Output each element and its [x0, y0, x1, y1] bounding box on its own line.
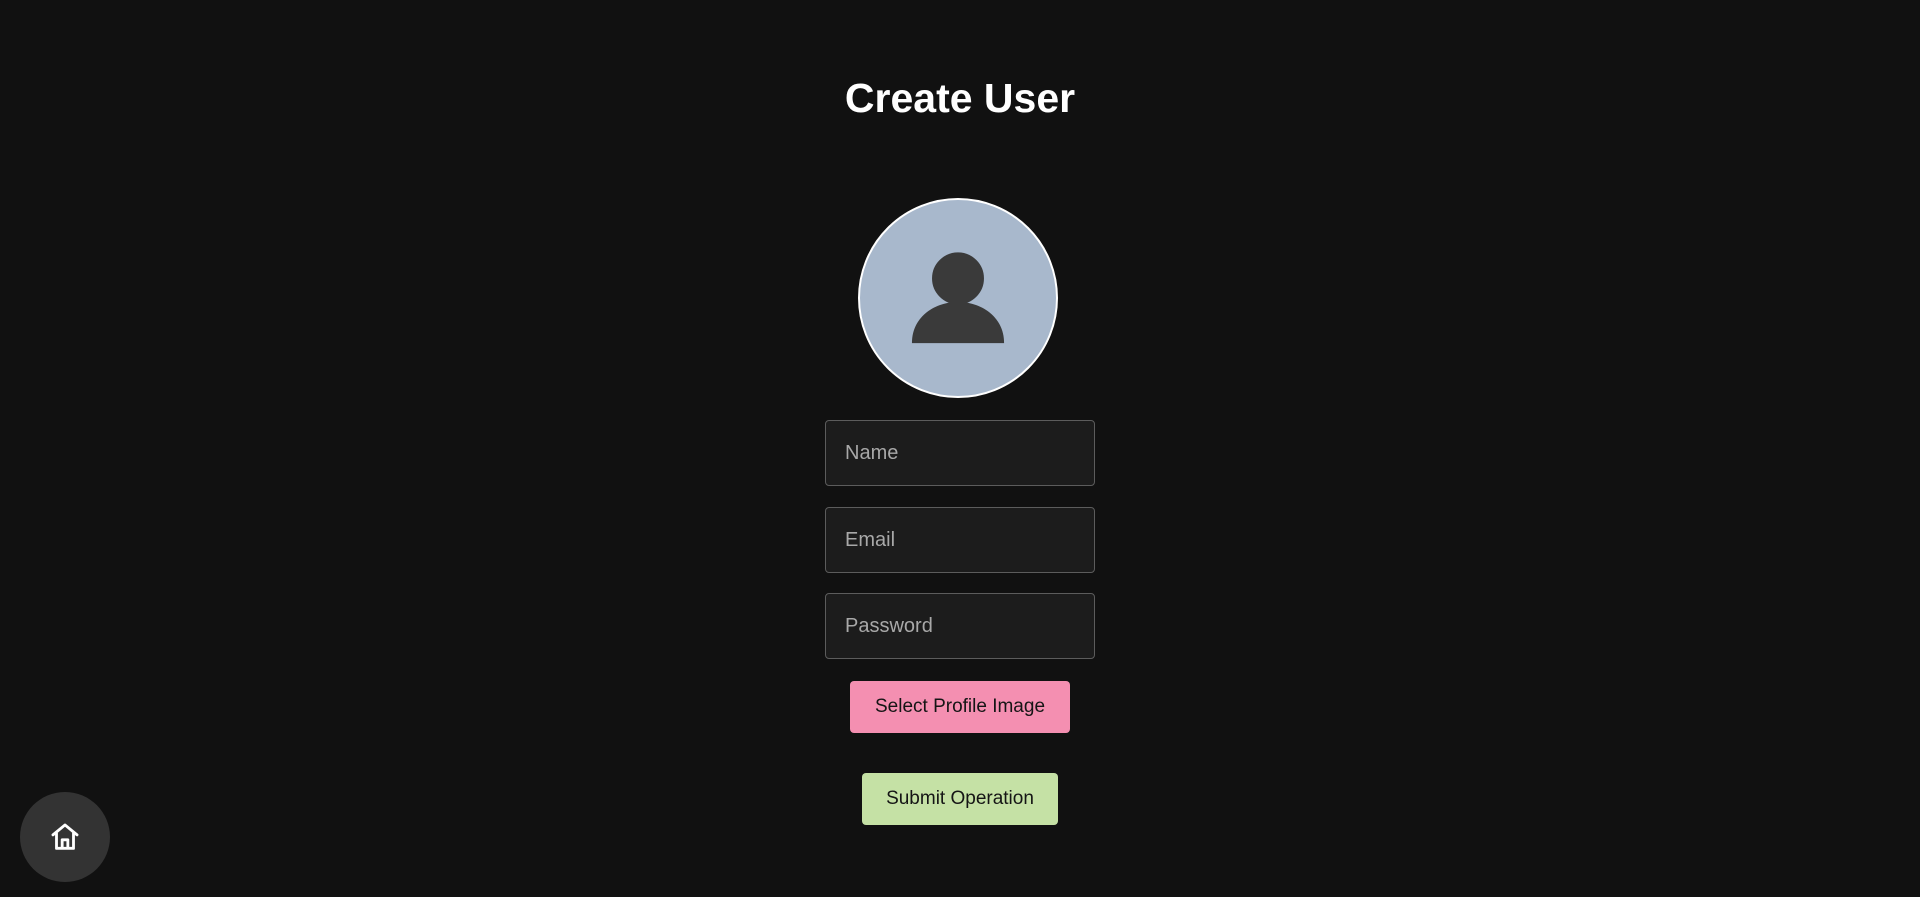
select-profile-image-button[interactable]: Select Profile Image: [850, 681, 1070, 733]
home-icon: [51, 823, 79, 850]
home-button[interactable]: [20, 792, 110, 882]
avatar: [858, 198, 1058, 398]
create-user-page: Create User Select Profile Image Submit …: [0, 0, 1920, 897]
page-title: Create User: [844, 75, 1076, 121]
name-field[interactable]: [825, 420, 1095, 486]
password-field[interactable]: [825, 593, 1095, 659]
submit-operation-button[interactable]: Submit Operation: [862, 773, 1058, 825]
person-icon: [911, 249, 1005, 344]
email-field[interactable]: [825, 507, 1095, 573]
